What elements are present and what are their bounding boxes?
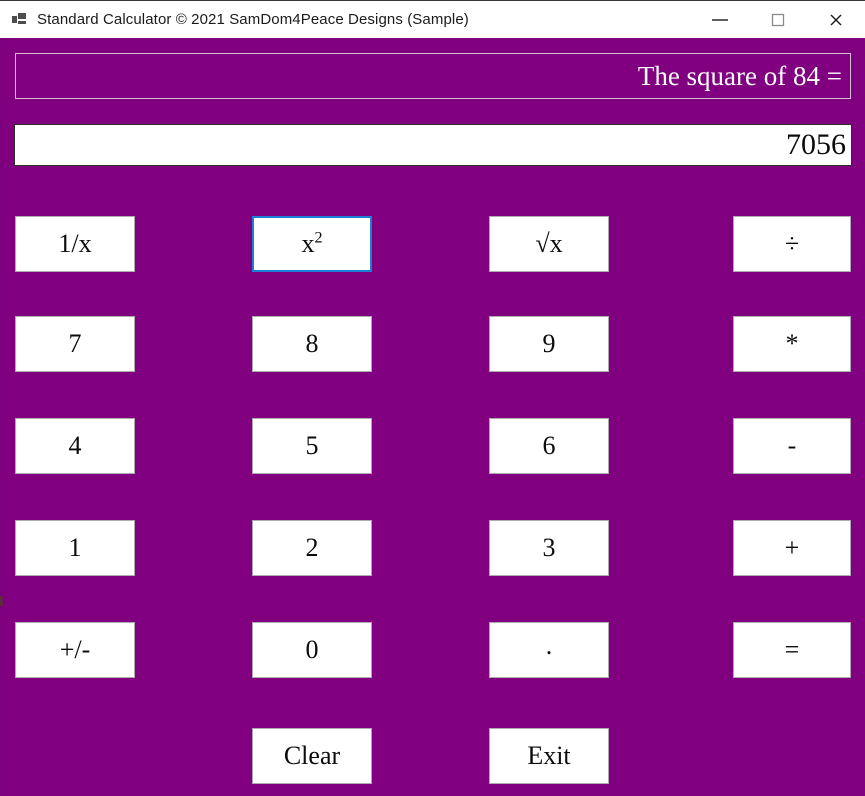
calc-button-label: . <box>545 631 553 660</box>
calc-button-label: +/- <box>59 635 91 664</box>
calc-button-seven[interactable]: 7 <box>15 316 135 372</box>
calc-button-label: 7 <box>68 329 82 358</box>
calc-button-label: 6 <box>542 431 556 460</box>
calc-button-eight[interactable]: 8 <box>252 316 372 372</box>
calc-button-equals[interactable]: = <box>733 622 851 678</box>
calc-button-label: 9 <box>542 329 556 358</box>
calc-button-square[interactable]: x2 <box>252 216 372 272</box>
calc-button-six[interactable]: 6 <box>489 418 609 474</box>
calc-button-sqrt[interactable]: √x <box>489 216 609 272</box>
calc-button-reciprocal[interactable]: 1/x <box>15 216 135 272</box>
calc-button-clear[interactable]: Clear <box>252 728 372 784</box>
calc-button-label: 4 <box>68 431 82 460</box>
calc-button-label: 1 <box>68 533 82 562</box>
calc-button-label: * <box>785 329 799 358</box>
calc-button-label: 0 <box>305 635 319 664</box>
calc-button-label: 5 <box>305 431 319 460</box>
calc-button-label: ÷ <box>784 229 800 258</box>
calc-button-label: + <box>784 533 800 562</box>
calc-button-label: - <box>787 431 797 460</box>
calc-button-three[interactable]: 3 <box>489 520 609 576</box>
calc-button-label: x2 <box>301 229 323 258</box>
calc-button-decimal[interactable]: . <box>489 622 609 678</box>
calc-button-divide[interactable]: ÷ <box>733 216 851 272</box>
calc-button-label: = <box>784 635 800 664</box>
calculator-window: Standard Calculator © 2021 SamDom4Peace … <box>0 0 865 796</box>
calc-button-label: Clear <box>283 741 341 770</box>
calc-button-label: Exit <box>527 741 571 770</box>
calc-button-nine[interactable]: 9 <box>489 316 609 372</box>
keypad: 1/x x2 √x ÷ 7 8 9 * 4 5 6 - 1 2 3 + +/- 0. = Clear Exit <box>0 0 865 796</box>
calc-button-label: 2 <box>305 533 319 562</box>
calc-button-label: √x <box>535 229 563 258</box>
calc-button-five[interactable]: 5 <box>252 418 372 474</box>
calc-button-four[interactable]: 4 <box>15 418 135 474</box>
calc-button-label: 8 <box>305 329 319 358</box>
calc-button-multiply[interactable]: * <box>733 316 851 372</box>
calc-button-zero[interactable]: 0 <box>252 622 372 678</box>
calc-button-exit[interactable]: Exit <box>489 728 609 784</box>
calc-button-label: 1/x <box>58 229 92 258</box>
calc-button-add[interactable]: + <box>733 520 851 576</box>
calc-button-two[interactable]: 2 <box>252 520 372 576</box>
calc-button-sign[interactable]: +/- <box>15 622 135 678</box>
calc-button-subtract[interactable]: - <box>733 418 851 474</box>
calc-button-one[interactable]: 1 <box>15 520 135 576</box>
calc-button-label: 3 <box>542 533 556 562</box>
